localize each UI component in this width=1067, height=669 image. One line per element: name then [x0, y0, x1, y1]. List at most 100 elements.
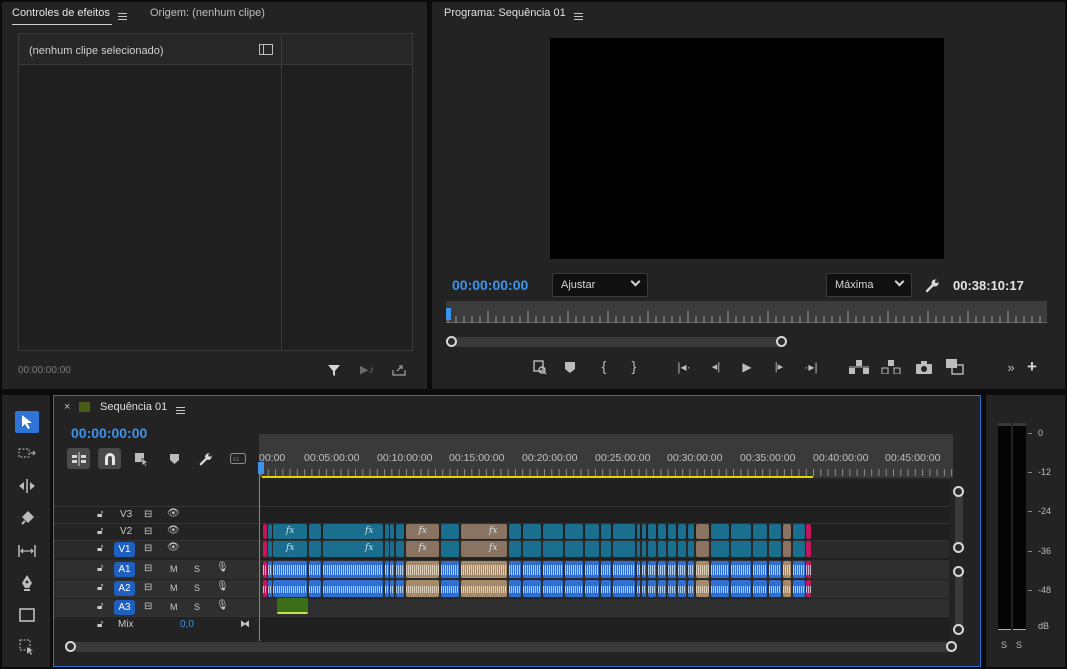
slip-tool-icon[interactable] — [15, 540, 39, 562]
vscroll-thumb[interactable] — [955, 490, 963, 546]
fit-dropdown[interactable]: Ajustar — [552, 273, 648, 297]
work-area-bar[interactable] — [262, 476, 813, 478]
linked-selection-icon[interactable] — [133, 451, 151, 467]
mark-in-icon[interactable]: { — [599, 358, 609, 374]
timeline-playhead-line[interactable] — [259, 474, 260, 641]
eye-icon[interactable]: 👁︎ — [167, 508, 180, 519]
timeline-timecode[interactable]: 00:00:00:00 — [71, 425, 147, 441]
program-zoom-scrollbar[interactable] — [446, 336, 1051, 348]
sync-lock-icon[interactable]: ⊟ — [144, 509, 152, 520]
timeline-close-button[interactable]: × — [64, 401, 70, 413]
microphone-icon[interactable]: 🎙︎ — [216, 562, 229, 573]
timeline-tab-title[interactable]: Sequência 01 — [100, 401, 167, 413]
go-to-out-icon[interactable]: ·▸| — [802, 359, 820, 375]
lift-icon[interactable] — [849, 359, 869, 375]
solo-button[interactable]: S — [194, 583, 200, 593]
go-to-end-icon[interactable]: ⧓ — [240, 619, 250, 630]
track-target-a1[interactable]: A1 — [114, 562, 135, 577]
eye-icon[interactable]: 👁︎ — [167, 525, 180, 536]
play-icon[interactable]: ▶ — [739, 359, 755, 375]
go-to-in-icon[interactable]: |◂· — [675, 359, 693, 375]
video-tracks-vscroll[interactable] — [953, 486, 965, 553]
track-label-v3[interactable]: V3 — [120, 509, 132, 520]
tab-effect-controls[interactable]: Controles de efeitos — [12, 7, 110, 19]
export-icon[interactable] — [391, 363, 407, 377]
lock-icon[interactable]: 🔓︎ — [97, 563, 103, 574]
mute-button[interactable]: M — [170, 583, 178, 593]
zoom-handle-left[interactable] — [446, 336, 457, 347]
mark-out-icon[interactable]: } — [629, 358, 639, 374]
microphone-icon[interactable]: 🎙︎ — [216, 581, 229, 592]
solo-button[interactable]: S — [194, 602, 200, 612]
lock-icon[interactable]: 🔓︎ — [97, 619, 103, 630]
audio-clip-a3[interactable] — [277, 598, 308, 614]
effect-controls-menu-icon[interactable] — [118, 13, 127, 20]
track-label-v2[interactable]: V2 — [120, 526, 132, 537]
snap-magnet-icon[interactable] — [98, 448, 121, 469]
lock-icon[interactable]: 🔓︎ — [97, 582, 103, 593]
zoom-handle-right[interactable] — [946, 641, 957, 652]
quality-dropdown[interactable]: Máxima — [826, 273, 912, 297]
program-playhead[interactable] — [446, 308, 451, 320]
timeline-add-marker-icon[interactable] — [167, 452, 181, 466]
lock-icon[interactable]: 🔓︎ — [97, 526, 103, 537]
timeline-settings-wrench-icon[interactable] — [198, 451, 214, 467]
rectangle-tool-icon[interactable] — [15, 604, 39, 626]
lock-icon[interactable]: 🔓︎ — [97, 543, 103, 554]
timeline-playhead-handle[interactable] — [258, 462, 264, 474]
vscroll-thumb[interactable] — [955, 570, 963, 632]
track-target-v1[interactable]: V1 — [114, 542, 135, 557]
vscroll-handle-top[interactable] — [953, 486, 964, 497]
track-select-tool-icon[interactable] — [15, 442, 39, 464]
step-forward-icon[interactable]: |▸ — [771, 359, 787, 375]
add-button-icon[interactable]: + — [1024, 358, 1040, 375]
zoom-scrollbar-thumb[interactable] — [452, 337, 782, 347]
program-monitor-menu-icon[interactable] — [574, 13, 583, 20]
lock-icon[interactable]: 🔓︎ — [97, 509, 103, 520]
tab-source[interactable]: Origem: (nenhum clipe) — [150, 7, 265, 19]
filter-icon[interactable] — [326, 362, 342, 378]
play-audio-icon[interactable]: ▶♪ — [359, 363, 375, 377]
wrench-settings-icon[interactable] — [924, 277, 940, 293]
compare-view-icon[interactable] — [945, 358, 965, 376]
zoom-scrollbar-thumb[interactable] — [71, 642, 955, 652]
vscroll-handle-bottom[interactable] — [953, 542, 964, 553]
add-marker-icon[interactable] — [563, 360, 577, 374]
audio-tracks-vscroll[interactable] — [953, 566, 965, 636]
more-icon[interactable]: » — [1004, 359, 1018, 375]
pen-tool-icon[interactable] — [15, 572, 39, 594]
track-target-a3[interactable]: A3 — [114, 600, 135, 615]
marker-icon[interactable] — [530, 359, 548, 375]
lock-icon[interactable]: 🔓︎ — [97, 601, 103, 612]
captions-icon[interactable]: cc — [229, 452, 247, 465]
selection-tool-icon[interactable] — [15, 411, 39, 433]
sync-lock-icon[interactable]: ⊟ — [144, 563, 152, 574]
track-target-a2[interactable]: A2 — [114, 581, 135, 596]
export-frame-icon[interactable] — [915, 359, 933, 375]
program-time-ruler[interactable] — [446, 301, 1047, 323]
sync-lock-icon[interactable]: ⊟ — [144, 543, 152, 554]
mix-value[interactable]: 0,0 — [180, 619, 194, 630]
step-back-icon[interactable]: ◂| — [708, 359, 724, 375]
toggle-timeline-view-icon[interactable] — [259, 44, 273, 55]
meter-solo-right[interactable]: S — [1016, 640, 1022, 650]
timeline-zoom-scrollbar[interactable] — [65, 641, 960, 653]
program-monitor-title[interactable]: Programa: Sequência 01 — [444, 7, 566, 19]
mute-button[interactable]: M — [170, 602, 178, 612]
sync-lock-icon[interactable]: ⊟ — [144, 526, 152, 537]
sync-lock-icon[interactable]: ⊟ — [144, 601, 152, 612]
extract-icon[interactable] — [881, 359, 901, 375]
meter-solo-left[interactable]: S — [1001, 640, 1007, 650]
eye-icon[interactable]: 👁︎ — [167, 542, 180, 553]
ripple-edit-tool-icon[interactable] — [15, 475, 39, 497]
razor-tool-icon[interactable] — [15, 507, 39, 529]
sync-lock-icon[interactable]: ⊟ — [144, 582, 152, 593]
zoom-handle-left[interactable] — [65, 641, 76, 652]
vscroll-handle-bottom[interactable] — [953, 624, 964, 635]
solo-button[interactable]: S — [194, 564, 200, 574]
zoom-handle-right[interactable] — [776, 336, 787, 347]
type-tool-icon[interactable] — [15, 636, 39, 658]
program-current-timecode[interactable]: 00:00:00:00 — [452, 277, 528, 293]
vscroll-handle-top[interactable] — [953, 566, 964, 577]
snap-insert-toggle[interactable] — [67, 448, 90, 469]
